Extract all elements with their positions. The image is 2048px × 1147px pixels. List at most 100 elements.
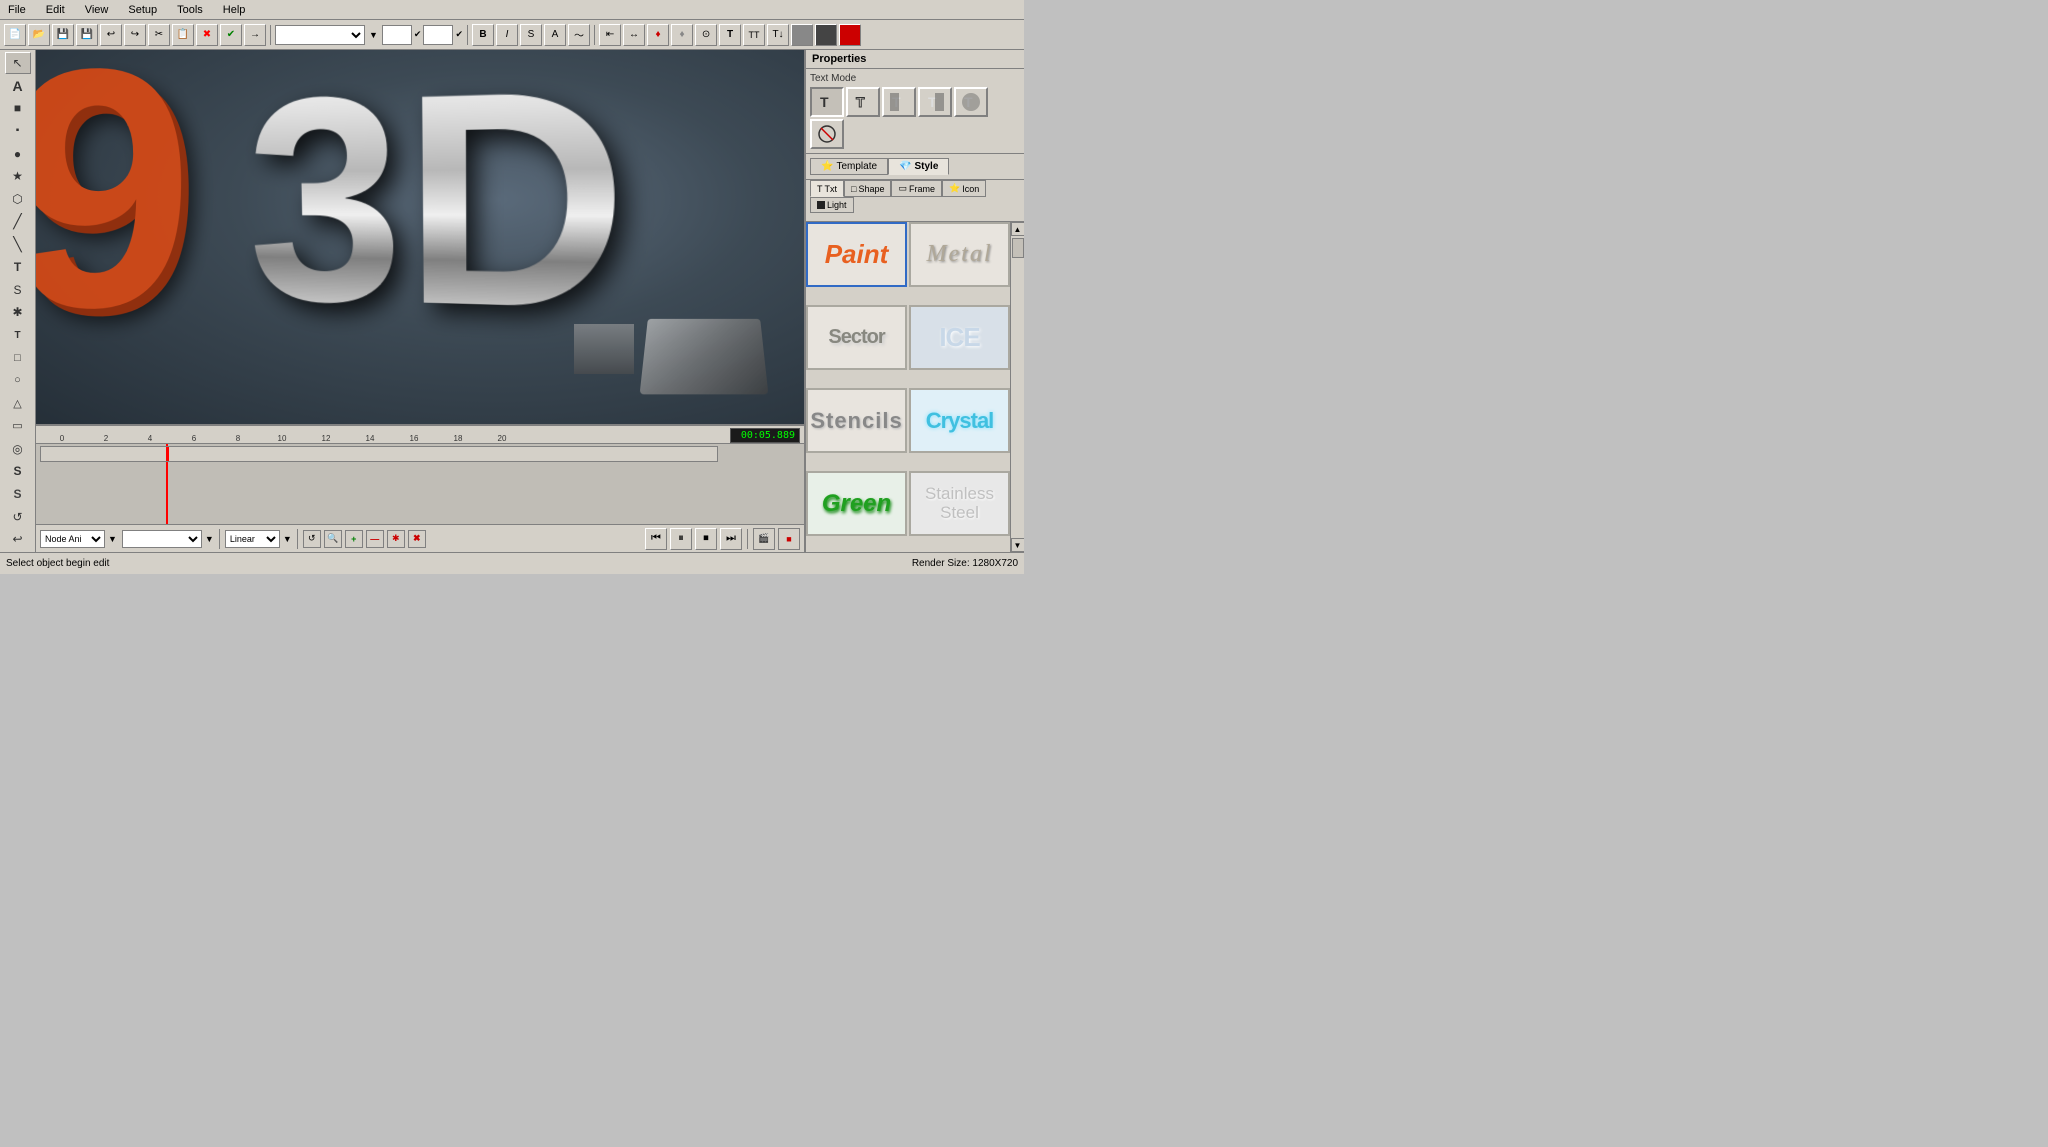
menu-file[interactable]: File [4,3,30,17]
style-paint[interactable]: Paint [806,222,907,287]
play-pause-btn[interactable]: ⏸ [670,528,692,550]
canvas-viewport[interactable]: 9 3D [36,50,804,424]
scroll-up-arrow[interactable]: ▲ [1011,222,1025,236]
shape-subtab[interactable]: □ Shape [844,180,891,197]
font-dropdown[interactable] [275,25,365,45]
render-preview-btn[interactable]: 🎬 [753,528,775,550]
s2-tool[interactable]: S [5,483,31,505]
node-tool[interactable]: ✱ [5,302,31,324]
font-size-input[interactable]: 29 [382,25,412,45]
interp-dropdown[interactable]: Linear [225,530,280,548]
color1-button[interactable]: ♦ [647,24,669,46]
text3-tool[interactable]: T [5,324,31,346]
rotate-tool[interactable]: ↺ [5,506,31,528]
circle-tool[interactable]: ● [5,143,31,165]
node-anim-dropdown[interactable]: Node Ani [40,530,105,548]
text-mode-tb-button[interactable]: T [719,24,741,46]
style-stainless-steel[interactable]: StainlessSteel [909,471,1010,536]
rect-tool[interactable]: ■ [5,97,31,119]
mode-solid-btn[interactable]: T [810,87,844,117]
text-mode-3-button[interactable]: T↓ [767,24,789,46]
box-tool[interactable]: □ [5,347,31,369]
render-button[interactable]: ⊙ [695,24,717,46]
line-tool[interactable]: ╱ [5,211,31,233]
key-btn-x[interactable]: ✖ [408,530,426,548]
go-start-btn[interactable]: ⏮ [645,528,667,550]
text-mode-2-button[interactable]: TT [743,24,765,46]
menu-tools[interactable]: Tools [173,3,207,17]
style-scrollbar[interactable]: ▲ ▼ [1010,222,1024,552]
bezier-tool[interactable]: ╲ [5,234,31,256]
template-tab[interactable]: ⭐ Template [810,158,888,175]
style-text-tool[interactable]: S [5,279,31,301]
layer-dropdown[interactable] [122,530,202,548]
tri-tool[interactable]: △ [5,392,31,414]
menu-setup[interactable]: Setup [124,3,161,17]
menu-help[interactable]: Help [219,3,250,17]
save-as-button[interactable]: 💾 [76,24,98,46]
star-tool[interactable]: ★ [5,165,31,187]
redo-button[interactable]: ↪ [124,24,146,46]
text-style-button[interactable]: A [544,24,566,46]
color2-button[interactable]: ♦ [671,24,693,46]
style-crystal[interactable]: Crystal [909,388,1010,453]
italic-button[interactable]: I [496,24,518,46]
oval-tool[interactable]: ○ [5,370,31,392]
style-sector[interactable]: Sector [806,305,907,370]
go-end-btn[interactable]: ⏭ [720,528,742,550]
align-left-button[interactable]: ⇤ [599,24,621,46]
undo-button[interactable]: ↩ [100,24,122,46]
stop-btn[interactable]: ⏹ [695,528,717,550]
txt-subtab[interactable]: T Txt [810,180,844,197]
mode-half-left-btn[interactable]: T [882,87,916,117]
scroll-thumb[interactable] [1012,238,1024,258]
rect2-tool[interactable]: ▪ [5,120,31,142]
style-stencil[interactable]: Stencils [806,388,907,453]
cut-button[interactable]: ✂ [148,24,170,46]
timeline-tracks[interactable] [36,444,804,524]
key-btn-star[interactable]: ✱ [387,530,405,548]
check-button[interactable]: ✔ [220,24,242,46]
mode-outline-btn[interactable]: T [846,87,880,117]
select-tool[interactable]: ↖ [5,52,31,74]
mode-quarter-btn[interactable]: T [954,87,988,117]
rect3-tool[interactable]: ▭ [5,415,31,437]
style-tab[interactable]: 💎 Style [888,158,949,175]
back-tool[interactable]: ↩ [5,528,31,550]
s-tool[interactable]: S [5,460,31,482]
render-stop-btn[interactable]: ■ [778,528,800,550]
key-btn-minus[interactable]: — [366,530,384,548]
mode-half-right-btn[interactable]: T [918,87,952,117]
arrow-button[interactable]: → [244,24,266,46]
light-subtab[interactable]: Light [810,197,854,213]
layer1-button[interactable] [791,24,813,46]
menu-edit[interactable]: Edit [42,3,69,17]
timeline-track-1[interactable] [40,446,718,462]
add-key-btn[interactable]: 🔍 [324,530,342,548]
style-metal[interactable]: Metal [909,222,1010,287]
text-tool[interactable]: A [5,75,31,97]
copy-button[interactable]: 📋 [172,24,194,46]
menu-view[interactable]: View [81,3,113,17]
key-type-btn[interactable]: ↺ [303,530,321,548]
style-green[interactable]: Green [806,471,907,536]
layer2-button[interactable] [815,24,837,46]
style-ice[interactable]: ICE [909,305,1010,370]
render-size-input[interactable]: 100 [423,25,453,45]
scroll-down-arrow[interactable]: ▼ [1011,538,1025,552]
open-button[interactable]: 📂 [28,24,50,46]
strikethrough-button[interactable]: S [520,24,542,46]
frame-subtab[interactable]: ▭ Frame [891,180,942,197]
stop-button[interactable]: ✖ [196,24,218,46]
ring-tool[interactable]: ◎ [5,438,31,460]
layer3-button[interactable] [839,24,861,46]
save-button[interactable]: 💾 [52,24,74,46]
new-button[interactable]: 📄 [4,24,26,46]
polygon-tool[interactable]: ⬡ [5,188,31,210]
bold-button[interactable]: B [472,24,494,46]
text2-tool[interactable]: T [5,256,31,278]
key-btn-plus[interactable]: + [345,530,363,548]
mode-empty-btn[interactable] [810,119,844,149]
icon-subtab[interactable]: ⭐ Icon [942,180,986,197]
align-center-button[interactable]: ↔ [623,24,645,46]
